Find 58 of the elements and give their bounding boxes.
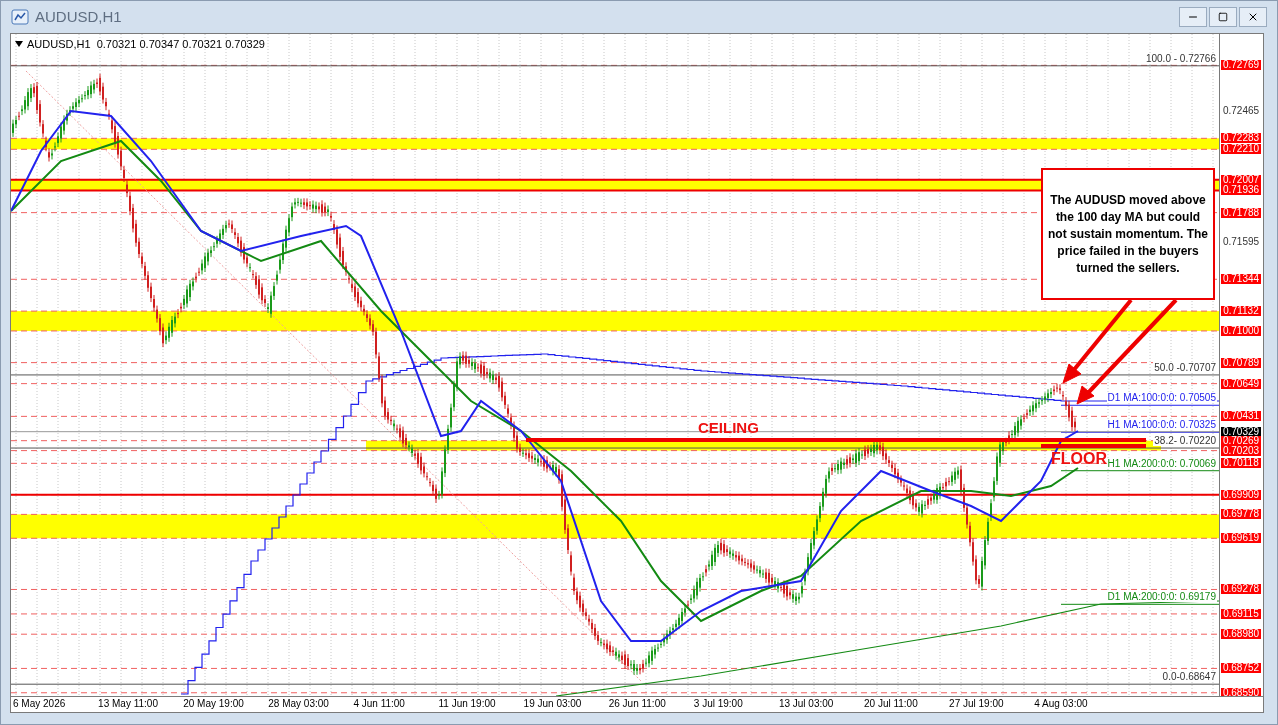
time-axis-label: 20 Jul 11:00 — [864, 698, 918, 710]
price-level-label: 0.69619 — [1221, 533, 1261, 544]
price-level-label: 0.70118 — [1221, 458, 1261, 469]
price-level-label: 0.70269 — [1221, 435, 1261, 446]
price-axis-label: 0.72465 — [1221, 106, 1261, 116]
maximize-button[interactable] — [1209, 7, 1237, 27]
close-button[interactable] — [1239, 7, 1267, 27]
minimize-button[interactable] — [1179, 7, 1207, 27]
price-level-label: 0.72210 — [1221, 144, 1261, 155]
moving-average-label: D1 MA:200:0:0: 0.69179 — [1106, 591, 1217, 603]
moving-average-label: H1 MA:100:0:0: 0.70325 — [1106, 419, 1217, 431]
price-level-label: 0.69115 — [1221, 608, 1261, 619]
time-axis-label: 20 May 19:00 — [183, 698, 244, 710]
price-level-label: 0.70789 — [1221, 357, 1261, 368]
price-level-label: 0.69909 — [1221, 489, 1261, 500]
time-axis-label: 28 May 03:00 — [268, 698, 329, 710]
price-level-label: 0.70329 — [1221, 426, 1261, 437]
fibonacci-level-label: 38.2- 0.70220 — [1153, 435, 1217, 447]
chart-window-icon — [11, 9, 29, 25]
time-axis-label: 6 May 2026 — [13, 698, 66, 710]
price-level-label: 0.72283 — [1221, 133, 1261, 144]
fibonacci-level-label: 0.0-0.68647 — [1161, 671, 1217, 683]
time-axis-label: 13 Jul 03:00 — [778, 698, 834, 710]
price-level-label: 0.70203 — [1221, 445, 1261, 456]
dropdown-triangle-icon[interactable] — [15, 41, 23, 48]
price-level-label: 0.71788 — [1221, 207, 1261, 218]
time-axis-label: 19 Jun 03:00 — [523, 698, 582, 710]
price-level-label: 0.71000 — [1221, 325, 1261, 336]
time-axis-label: 11 Jun 19:00 — [438, 698, 496, 710]
close-icon — [1247, 11, 1259, 23]
moving-average-label: D1 MA:100:0:0: 0.70505 — [1106, 392, 1217, 404]
time-axis-label: 26 Jun 11:00 — [608, 698, 666, 710]
price-level-label: 0.70431 — [1221, 411, 1261, 422]
price-level-label: 0.69278 — [1221, 584, 1261, 595]
time-axis-label: 13 May 11:00 — [98, 698, 158, 710]
ceiling-label: CEILING — [698, 418, 759, 438]
price-level-label: 0.68980 — [1221, 629, 1261, 640]
price-level-label: 0.71936 — [1221, 185, 1261, 196]
price-level-label: 0.72769 — [1221, 60, 1261, 71]
window-title: AUDUSD,H1 — [35, 6, 122, 27]
fibonacci-level-label: 50.0 -0.70707 — [1153, 361, 1217, 373]
price-level-label: 0.71344 — [1221, 274, 1261, 285]
moving-average-label: H1 MA:200:0:0: 0.70069 — [1106, 457, 1217, 469]
fibonacci-level-label: 100.0 - 0.72766 — [1144, 52, 1217, 64]
price-level-label: 0.68752 — [1221, 663, 1261, 674]
time-axis-label: 4 Aug 03:00 — [1034, 698, 1088, 710]
price-axis-label: 0.71595 — [1221, 236, 1261, 247]
time-axis-label: 4 Jun 11:00 — [353, 698, 405, 710]
price-level-label: 0.70649 — [1221, 378, 1261, 389]
maximize-icon — [1218, 12, 1228, 22]
price-level-label: 0.69778 — [1221, 509, 1261, 520]
time-axis-label: 27 Jul 19:00 — [949, 698, 1004, 710]
symbol-legend: AUDUSD,H1 0.70321 0.70347 0.70321 0.70329 — [27, 36, 265, 53]
price-level-label: 0.72007 — [1221, 174, 1261, 185]
price-level-label: 0.71132 — [1221, 306, 1261, 317]
time-axis-label: 3 Jul 19:00 — [693, 698, 743, 710]
floor-label: FLOOR — [1051, 449, 1107, 469]
annotation-note: The AUDUSD moved above the 100 day MA but could not sustain momentum. The price failed in the buyers turned the sellers. — [1041, 168, 1215, 300]
